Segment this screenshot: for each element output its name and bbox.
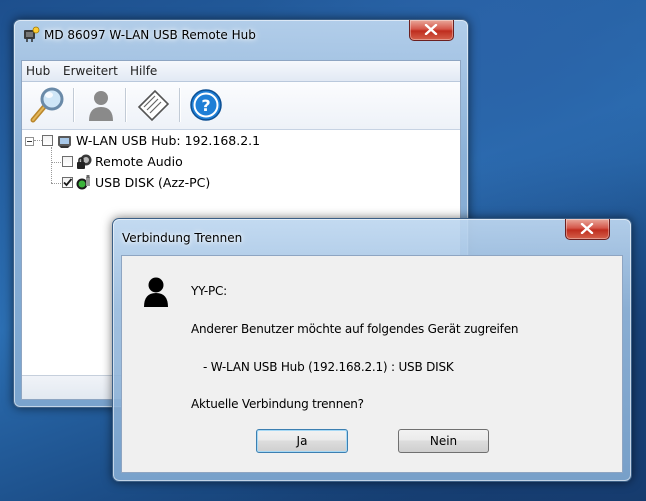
user-icon [89, 91, 113, 121]
help-button[interactable]: ? [186, 85, 226, 125]
hub-close-button[interactable] [409, 20, 454, 41]
checkmark-icon [63, 178, 73, 187]
remote-audio-checkbox[interactable] [62, 156, 73, 167]
toolbar-separator [125, 88, 127, 122]
usb-disk-checkbox[interactable] [62, 177, 73, 188]
dialog-message: Anderer Benutzer möchte auf folgendes Ge… [191, 322, 519, 336]
toolbar: ? [22, 82, 460, 130]
yes-button[interactable]: Ja [256, 429, 348, 453]
disconnect-dialog: Verbindung Trennen YY-PC: Anderer Benutz… [112, 218, 632, 482]
hub-checkbox[interactable] [42, 135, 53, 146]
search-button[interactable] [28, 85, 68, 125]
dialog-client-area: YY-PC: Anderer Benutzer möchte auf folge… [121, 255, 623, 473]
svg-text:?: ? [201, 96, 210, 115]
certificate-button[interactable] [133, 85, 173, 125]
user-button[interactable] [81, 85, 121, 125]
toolbar-separator [73, 88, 75, 122]
usb-disk-label: USB DISK (Azz-PC) [95, 175, 211, 190]
hub-window-title: MD 86097 W-LAN USB Remote Hub [44, 28, 256, 42]
menu-hub[interactable]: Hub [26, 64, 50, 78]
remote-audio-label: Remote Audio [95, 154, 183, 169]
dialog-user-line: YY-PC: [191, 284, 228, 298]
menu-erweitert[interactable]: Erweitert [63, 64, 118, 78]
dialog-question: Aktuelle Verbindung trennen? [191, 397, 364, 411]
hub-app-icon [21, 26, 41, 47]
tree-collapse-toggle[interactable] [25, 137, 34, 146]
locked-device-icon [75, 153, 93, 174]
hub-device-icon [56, 132, 74, 152]
no-button[interactable]: Nein [398, 429, 489, 453]
tree-row-usb-disk[interactable]: USB DISK (Azz-PC) [22, 174, 442, 192]
search-icon [30, 87, 64, 123]
dialog-close-button[interactable] [565, 219, 610, 240]
toolbar-separator [179, 88, 181, 122]
hub-titlebar[interactable]: MD 86097 W-LAN USB Remote Hub [14, 20, 468, 50]
tree-row-remote-audio[interactable]: Remote Audio [22, 153, 442, 171]
user-icon [143, 276, 169, 311]
dialog-title: Verbindung Trennen [122, 231, 243, 245]
certificate-icon [137, 89, 170, 122]
menu-hilfe[interactable]: Hilfe [130, 64, 157, 78]
hub-label: W-LAN USB Hub: 192.168.2.1 [76, 133, 261, 148]
dialog-titlebar[interactable]: Verbindung Trennen [113, 219, 631, 249]
close-icon [424, 24, 438, 35]
usb-disk-icon [75, 174, 93, 195]
menu-bar: Hub Erweitert Hilfe [22, 61, 460, 82]
tree-row-hub[interactable]: W-LAN USB Hub: 192.168.2.1 [22, 132, 442, 150]
help-icon: ? [190, 89, 222, 121]
dialog-device-line: - W-LAN USB Hub (192.168.2.1) : USB DISK [203, 360, 454, 374]
close-icon [580, 223, 594, 234]
